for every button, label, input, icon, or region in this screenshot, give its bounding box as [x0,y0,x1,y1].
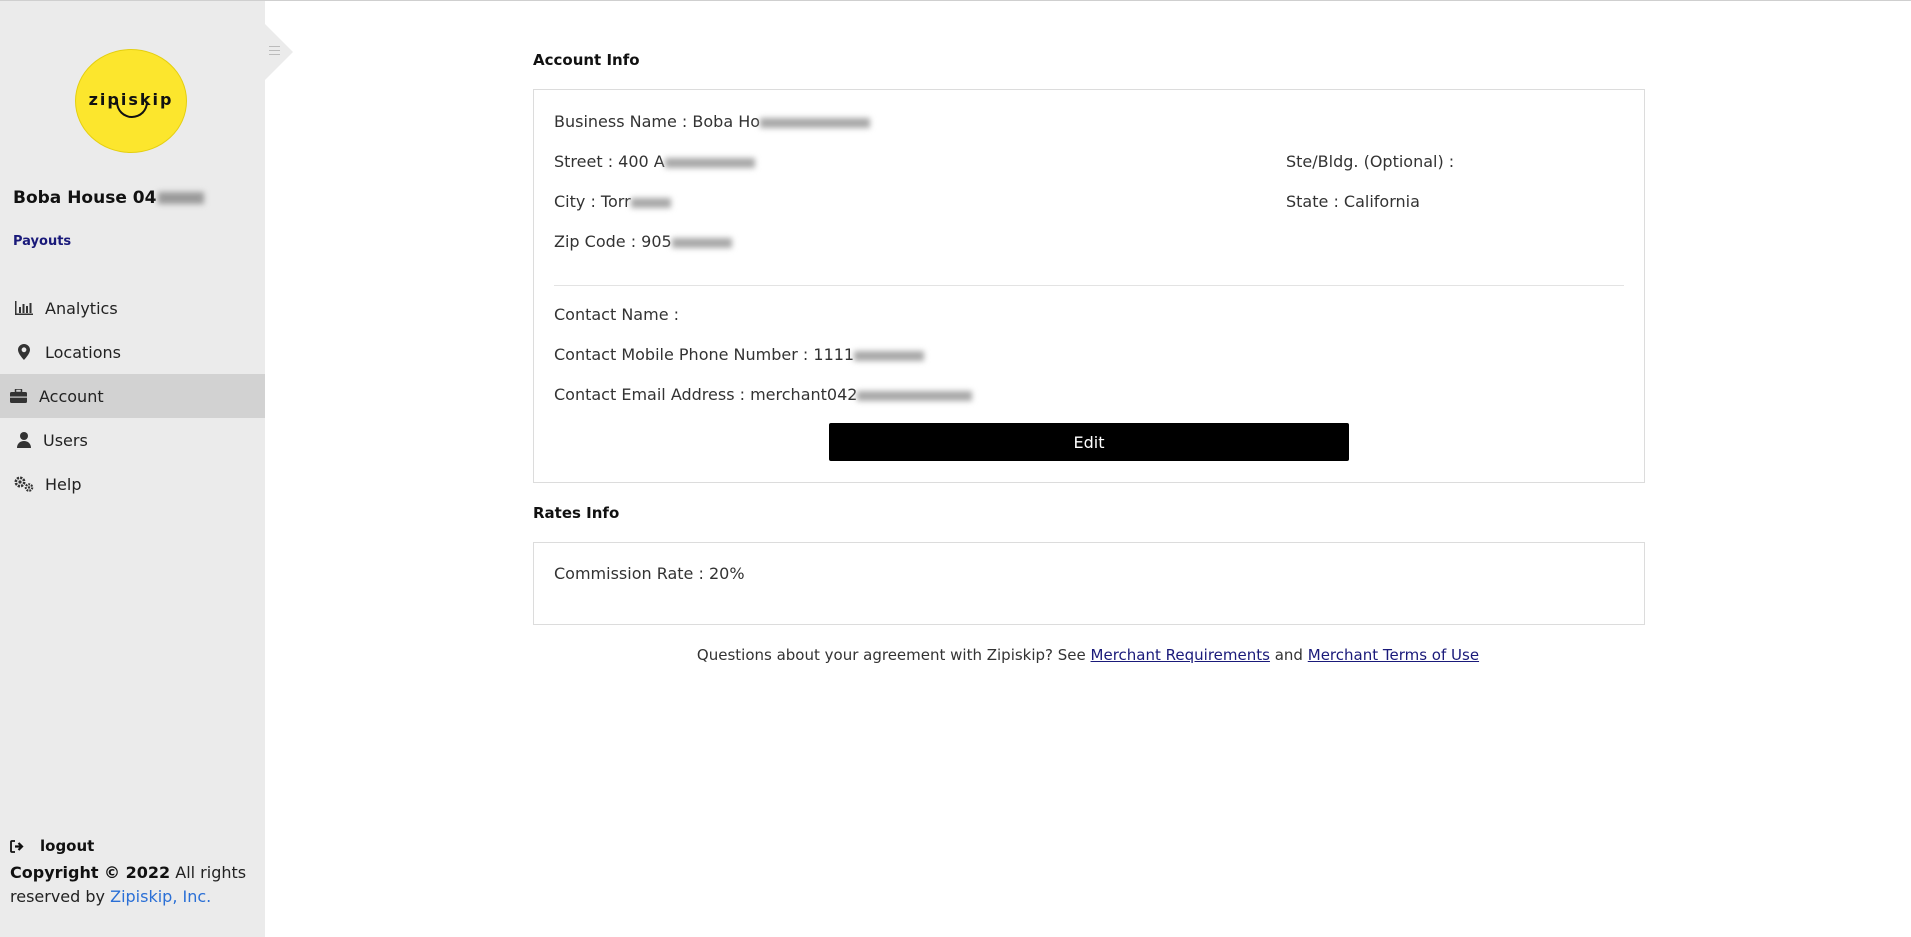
contact-email-field: Contact Email Address : merchant042 [554,385,973,404]
sidebar-item-users[interactable]: Users [0,418,265,462]
bar-chart-icon [13,300,35,316]
contact-email-value: Contact Email Address : merchant042 [554,385,858,404]
street-field: Street : 400 A [554,152,755,171]
agreement-and: and [1274,646,1303,664]
sign-out-icon [10,839,28,853]
account-info-title: Account Info [533,51,640,69]
business-name-field: Business Name : Boba Ho [554,112,871,131]
redacted-text [857,390,973,401]
business-name-heading: Boba House 04 [13,188,205,208]
sidebar-item-label: Locations [45,342,122,362]
sidebar-item-label: Users [43,430,88,450]
redacted-text [760,117,871,128]
zipiskip-logo[interactable]: zipiskip [75,49,187,153]
redacted-text [158,192,205,204]
merchant-terms-link[interactable]: Merchant Terms of Use [1308,646,1479,664]
city-field: City : Torr [554,192,671,211]
menu-icon [269,46,280,58]
redacted-text [671,237,732,248]
redacted-text [664,157,755,168]
business-name-text: Boba House 04 [13,188,157,208]
city-value: City : Torr [554,192,631,211]
sidebar-nav: Analytics Locations Account Users Help [0,286,265,506]
sidebar-item-help[interactable]: Help [0,462,265,506]
copyright-notice: Copyright © 2022 All rights reserved by … [10,861,250,909]
contact-phone-value: Contact Mobile Phone Number : 1111 [554,345,855,364]
rates-info-card: Commission Rate : 20% [533,542,1645,625]
sidebar-toggle[interactable] [265,24,293,80]
merchant-requirements-link[interactable]: Merchant Requirements [1091,646,1270,664]
rates-info-title: Rates Info [533,504,620,522]
sidebar-item-account[interactable]: Account [0,374,265,418]
sidebar-item-label: Account [39,386,104,406]
briefcase-icon [7,388,29,404]
redacted-text [630,197,671,208]
contact-phone-field: Contact Mobile Phone Number : 1111 [554,345,925,364]
contact-name-field: Contact Name : [554,305,680,324]
state-field: State : California [1286,192,1420,211]
logout-label: logout [40,837,95,855]
user-icon [13,432,35,448]
section-divider [554,285,1624,286]
sidebar-item-label: Analytics [45,298,118,318]
agreement-note: Questions about your agreement with Zipi… [533,646,1643,664]
copyright-bold: Copyright © 2022 [10,863,171,882]
map-pin-icon [13,344,35,360]
commission-rate-field: Commission Rate : 20% [554,564,745,583]
zip-value: Zip Code : 905 [554,232,672,251]
ste-bldg-field: Ste/Bldg. (Optional) : [1286,152,1455,171]
gears-icon [13,476,35,492]
sidebar-item-label: Help [45,474,82,494]
sidebar: zipiskip Boba House 04 Payouts Analytics… [0,1,265,937]
street-value: Street : 400 A [554,152,665,171]
top-border [0,0,1911,1]
edit-button[interactable]: Edit [829,423,1349,461]
company-link[interactable]: Zipiskip, Inc. [110,887,211,906]
sidebar-item-locations[interactable]: Locations [0,330,265,374]
business-name-value: Business Name : Boba Ho [554,112,761,131]
zip-code-field: Zip Code : 905 [554,232,732,251]
redacted-text [854,350,925,361]
sidebar-item-analytics[interactable]: Analytics [0,286,265,330]
logo-smile [116,102,148,118]
payouts-link[interactable]: Payouts [13,234,71,249]
account-info-card: Business Name : Boba Ho Street : 400 A S… [533,89,1645,483]
logout-button[interactable]: logout [10,837,94,855]
agreement-text: Questions about your agreement with Zipi… [696,646,1086,664]
